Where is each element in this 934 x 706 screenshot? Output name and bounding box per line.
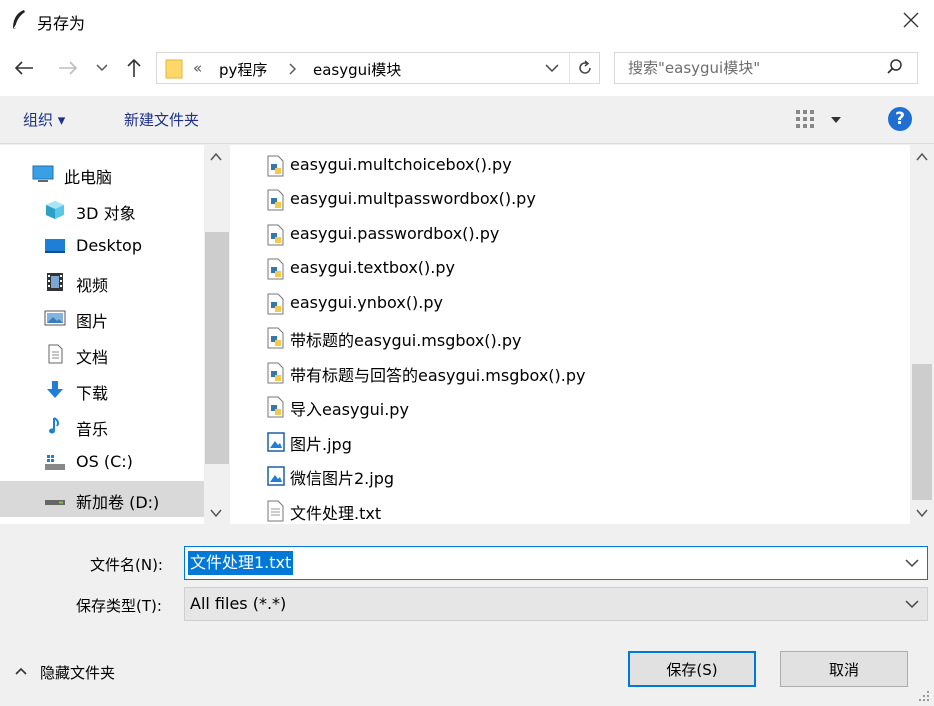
file-list: easygui.multchoicebox().py easygui.multp…: [230, 145, 934, 524]
download-icon: [47, 381, 63, 398]
caret-down-icon[interactable]: [830, 116, 842, 124]
arrow-up-icon: [127, 58, 141, 77]
video-icon: [47, 273, 63, 291]
navigation-pane: 此电脑 3D 对象 Desktop 视频 图片 文档 下载 音乐 OS (C:)…: [0, 145, 230, 524]
desktop-icon: [45, 239, 65, 253]
sidebar-item-this-pc[interactable]: 此电脑: [0, 156, 204, 192]
file-item[interactable]: easygui.passwordbox().py: [266, 220, 866, 250]
computer-icon: [32, 165, 54, 182]
file-item[interactable]: easygui.ynbox().py: [266, 289, 866, 319]
recent-locations-button[interactable]: [94, 56, 110, 80]
document-icon: [48, 344, 63, 364]
image-file-icon: [267, 432, 285, 452]
filename-label: 文件名(N):: [90, 556, 163, 574]
cancel-button[interactable]: 取消: [780, 651, 908, 687]
breadcrumb-item-py[interactable]: py程序: [219, 59, 267, 80]
close-icon: [903, 12, 919, 28]
search-input[interactable]: [614, 52, 918, 84]
new-folder-button[interactable]: 新建文件夹: [124, 109, 199, 130]
file-item[interactable]: 微信图片2.jpg: [266, 461, 866, 491]
sidebar-item-downloads[interactable]: 下载: [0, 372, 204, 408]
refresh-button[interactable]: [569, 53, 599, 83]
cube-icon: [46, 201, 64, 219]
drive-d-icon: [45, 500, 65, 505]
view-options-icon[interactable]: [794, 108, 816, 130]
python-file-icon: [267, 362, 284, 384]
up-button[interactable]: [122, 56, 146, 80]
python-file-icon: [267, 189, 284, 211]
chevron-up-icon[interactable]: [914, 150, 930, 164]
python-file-icon: [267, 327, 284, 349]
feather-icon: [12, 10, 25, 31]
chevron-up-icon: [15, 667, 27, 675]
arrow-left-icon: [14, 61, 33, 75]
file-item[interactable]: easygui.multchoicebox().py: [266, 151, 866, 181]
filename-field[interactable]: 文件处理1.txt: [184, 546, 928, 580]
image-file-icon: [267, 466, 285, 486]
chevron-down-icon[interactable]: [543, 59, 561, 77]
python-file-icon: [267, 258, 284, 280]
chevron-down-icon[interactable]: [914, 506, 930, 520]
file-item[interactable]: easygui.multpasswordbox().py: [266, 185, 866, 215]
chevron-right-icon[interactable]: [289, 63, 297, 75]
navigation-bar: « py程序 easygui模块: [0, 40, 934, 96]
file-item[interactable]: easygui.textbox().py: [266, 254, 866, 284]
pictures-icon: [44, 310, 66, 326]
breadcrumb-overflow[interactable]: «: [193, 59, 202, 77]
title-bar: 另存为: [0, 0, 934, 40]
save-button[interactable]: 保存(S): [628, 651, 756, 687]
sidebar-item-pictures[interactable]: 图片: [0, 300, 204, 336]
sidebar-item-videos[interactable]: 视频: [0, 264, 204, 300]
resize-grip-icon[interactable]: [918, 690, 930, 702]
filetype-label: 保存类型(T):: [76, 597, 162, 615]
refresh-icon: [578, 60, 591, 74]
text-file-icon: [267, 500, 284, 522]
chevron-down-icon[interactable]: [905, 559, 919, 568]
sidebar-item-drive-d[interactable]: 新加卷 (D:): [0, 481, 204, 517]
close-button[interactable]: [888, 0, 934, 40]
filename-value: 文件处理1.txt: [188, 551, 294, 575]
file-item[interactable]: 带有标题与回答的easygui.msgbox().py: [266, 358, 866, 388]
forward-button[interactable]: [56, 56, 80, 80]
sidebar-item-desktop[interactable]: Desktop: [0, 228, 204, 264]
arrow-right-icon: [59, 61, 78, 75]
filetype-select[interactable]: All files (*.*): [184, 587, 928, 621]
file-item[interactable]: 文件处理.txt: [266, 496, 866, 526]
filetype-value: All files (*.*): [190, 594, 287, 613]
sidebar-item-music[interactable]: 音乐: [0, 408, 204, 444]
file-item[interactable]: 图片.jpg: [266, 427, 866, 457]
back-button[interactable]: [12, 56, 36, 80]
file-item[interactable]: 带标题的easygui.msgbox().py: [266, 323, 866, 353]
chevron-down-icon: [905, 600, 919, 609]
sidebar-scroll-thumb[interactable]: [205, 232, 229, 464]
python-file-icon: [267, 224, 284, 246]
sidebar-item-3d-objects[interactable]: 3D 对象: [0, 192, 204, 228]
file-item[interactable]: 导入easygui.py: [266, 392, 866, 422]
folder-icon: [165, 59, 183, 79]
chevron-down-icon: [96, 64, 108, 72]
hide-folders-label: 隐藏文件夹: [40, 664, 116, 682]
help-icon[interactable]: ?: [888, 107, 912, 131]
drive-c-icon: [45, 455, 65, 470]
sidebar-item-drive-c[interactable]: OS (C:): [0, 444, 204, 480]
sidebar-item-documents[interactable]: 文档: [0, 336, 204, 372]
python-file-icon: [267, 396, 284, 418]
address-bar[interactable]: « py程序 easygui模块: [156, 52, 600, 84]
chevron-up-icon[interactable]: [208, 150, 224, 164]
organize-button[interactable]: 组织 ▾: [23, 109, 65, 130]
python-file-icon: [267, 293, 284, 315]
chevron-down-icon[interactable]: [208, 506, 224, 520]
file-list-scroll-thumb[interactable]: [912, 364, 932, 500]
music-icon: [49, 417, 59, 434]
search-icon[interactable]: [886, 58, 904, 76]
window-title: 另存为: [37, 14, 86, 33]
python-file-icon: [267, 155, 284, 177]
breadcrumb-item-easygui[interactable]: easygui模块: [313, 59, 401, 80]
